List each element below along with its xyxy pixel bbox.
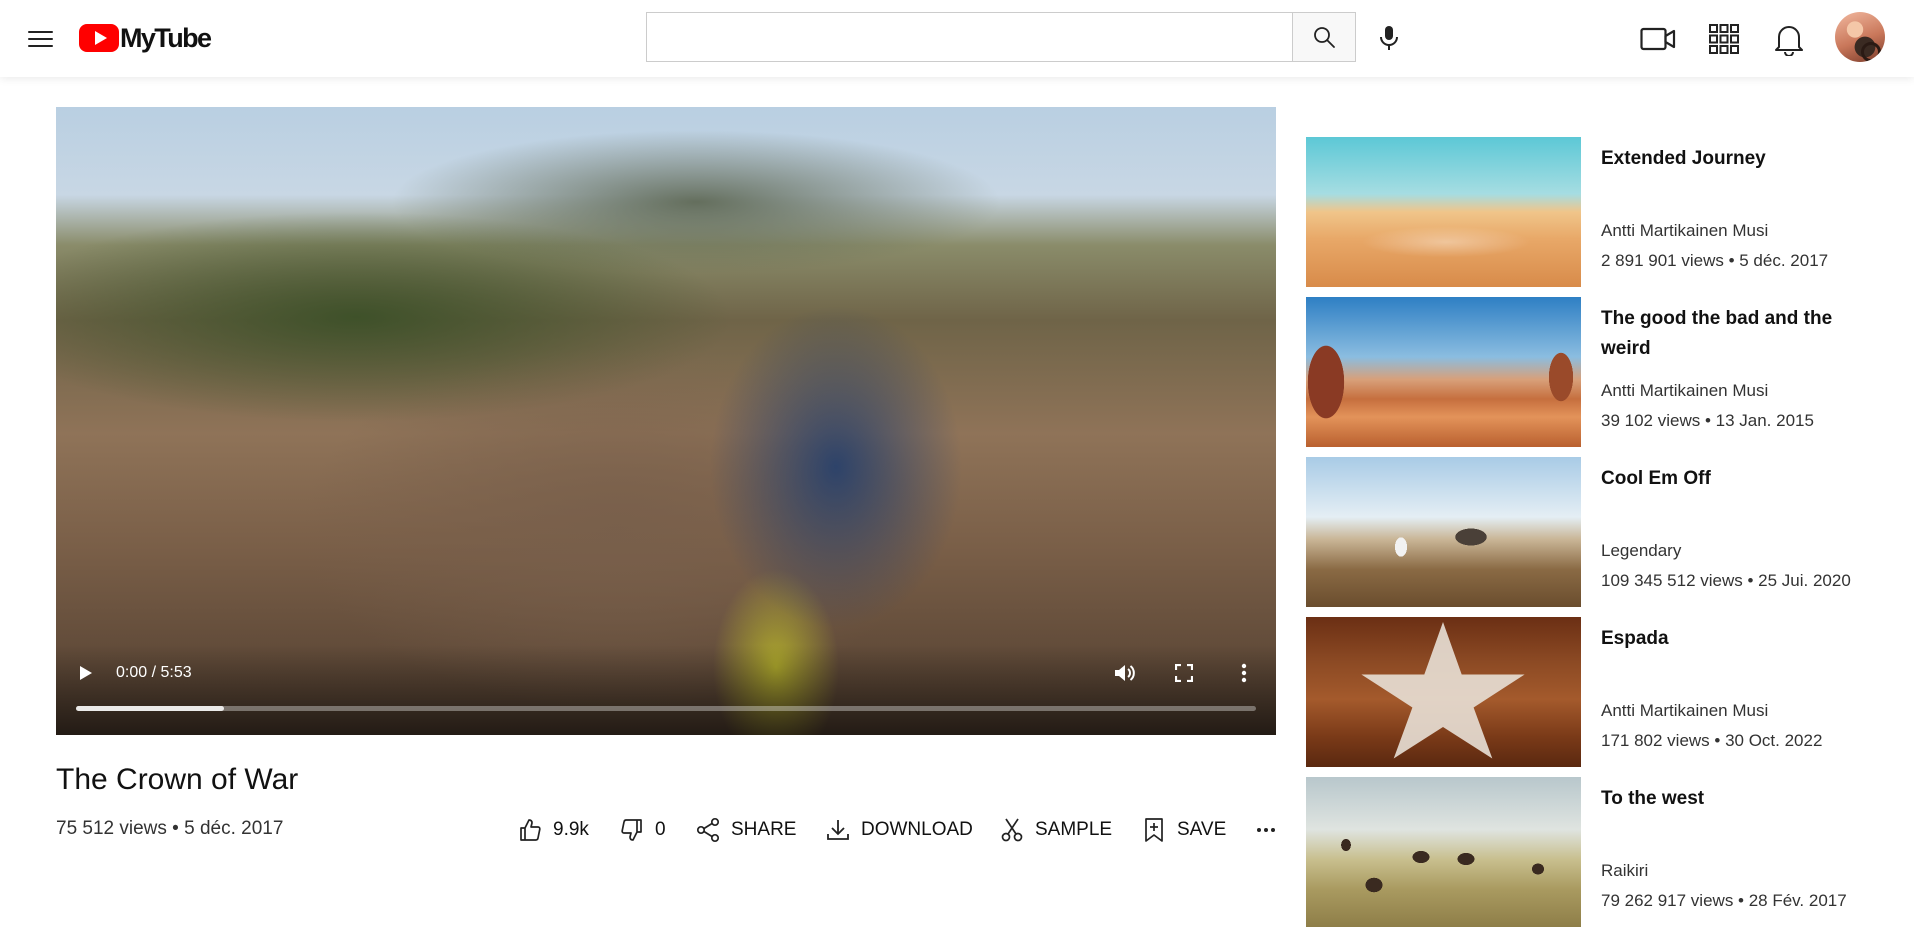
share-label: SHARE <box>731 819 797 840</box>
menu-icon[interactable] <box>28 26 58 52</box>
video-meta: 75 512 views • 5 déc. 2017 <box>56 818 284 839</box>
time-display: 0:00 / 5:53 <box>116 664 192 681</box>
fullscreen-button[interactable] <box>1171 661 1197 685</box>
share-icon <box>694 816 722 844</box>
more-vertical-icon <box>1241 663 1247 683</box>
video-camera-icon <box>1640 27 1676 51</box>
recommendation-item[interactable]: Cool Em Off Legendary 109 345 512 views … <box>1306 457 1866 607</box>
volume-icon <box>1115 665 1135 681</box>
recommendation-item[interactable]: The good the bad and the weird Antti Mar… <box>1306 297 1866 447</box>
fullscreen-icon <box>1175 664 1193 682</box>
recommendation-thumbnail[interactable] <box>1306 617 1581 767</box>
search-icon <box>1314 27 1335 48</box>
dislike-button[interactable]: 0 <box>618 815 666 845</box>
apps-grid-icon <box>1709 24 1739 54</box>
mic-icon <box>1380 26 1398 50</box>
recommendation-stats: 2 891 901 views • 5 déc. 2017 <box>1601 251 1829 270</box>
avatar[interactable] <box>1835 12 1885 62</box>
more-actions-button[interactable] <box>1252 816 1280 844</box>
recommendation-title[interactable]: Cool Em Off <box>1601 464 1861 494</box>
recommendation-item[interactable]: Espada Antti Martikainen Musi 171 802 vi… <box>1306 617 1866 767</box>
search-button[interactable] <box>1292 12 1356 62</box>
recommendation-channel[interactable]: Antti Martikainen Musi <box>1601 381 1768 401</box>
save-button[interactable]: SAVE <box>1140 815 1226 845</box>
save-playlist-icon <box>1140 816 1168 844</box>
create-video-button[interactable] <box>1638 19 1678 59</box>
recommendation-thumbnail[interactable] <box>1306 297 1581 447</box>
download-label: DOWNLOAD <box>861 819 973 840</box>
buffered-progress <box>76 706 224 711</box>
recommendation-stats: 109 345 512 views • 25 Jui. 2020 <box>1601 571 1851 590</box>
volume-button[interactable] <box>1112 661 1138 685</box>
recommendation-thumbnail[interactable] <box>1306 457 1581 607</box>
star-graphic <box>1361 622 1525 759</box>
apps-button[interactable] <box>1704 19 1744 59</box>
video-player[interactable]: 0:00 / 5:53 <box>56 107 1276 735</box>
brand-logo[interactable]: MyTube <box>79 21 212 55</box>
recommendation-title[interactable]: The good the bad and the weird <box>1601 304 1861 364</box>
recommendation-stats: 171 802 views • 30 Oct. 2022 <box>1601 731 1823 750</box>
more-horizontal-icon <box>1257 828 1275 832</box>
download-icon <box>824 816 852 844</box>
recommendation-channel[interactable]: Legendary <box>1601 541 1681 561</box>
recommendation-item[interactable]: Extended Journey Antti Martikainen Musi … <box>1306 137 1866 287</box>
share-button[interactable]: SHARE <box>694 815 796 845</box>
search-field <box>646 12 1293 62</box>
recommendation-thumbnail[interactable] <box>1306 137 1581 287</box>
recommendation-title[interactable]: Extended Journey <box>1601 144 1861 174</box>
recommendation-item[interactable]: To the west Raikiri 79 262 917 views • 2… <box>1306 777 1866 927</box>
top-header: MyTube <box>0 0 1914 77</box>
search-input[interactable] <box>647 13 1293 61</box>
download-button[interactable]: DOWNLOAD <box>824 815 973 845</box>
recommendation-channel[interactable]: Raikiri <box>1601 861 1648 881</box>
like-button[interactable]: 9.9k <box>516 815 589 845</box>
recommendation-title[interactable]: To the west <box>1601 784 1861 814</box>
recommendation-channel[interactable]: Antti Martikainen Musi <box>1601 221 1768 241</box>
recommendation-stats: 79 262 917 views • 28 Fév. 2017 <box>1601 891 1847 910</box>
dislike-count: 0 <box>655 819 666 840</box>
voice-search-button[interactable] <box>1374 22 1404 54</box>
recommendation-title[interactable]: Espada <box>1601 624 1861 654</box>
sample-button[interactable]: SAMPLE <box>998 815 1112 845</box>
recommendation-channel[interactable]: Antti Martikainen Musi <box>1601 701 1768 721</box>
notifications-button[interactable] <box>1769 19 1809 59</box>
video-title: The Crown of War <box>56 763 299 796</box>
bell-icon <box>1775 26 1803 56</box>
scissors-icon <box>998 816 1026 844</box>
progress-bar[interactable] <box>76 706 1256 711</box>
like-count: 9.9k <box>553 819 589 840</box>
recommendation-stats: 39 102 views • 13 Jan. 2015 <box>1601 411 1814 430</box>
recommendation-thumbnail[interactable] <box>1306 777 1581 927</box>
thumbs-up-icon <box>516 816 544 844</box>
play-logo-icon <box>79 24 119 52</box>
player-controls-backdrop <box>56 645 1276 735</box>
player-options-button[interactable] <box>1231 661 1257 685</box>
thumbs-down-icon <box>618 816 646 844</box>
play-button[interactable] <box>76 663 96 683</box>
brand-name: MyTube <box>120 22 212 53</box>
save-label: SAVE <box>1177 819 1227 840</box>
sample-label: SAMPLE <box>1035 819 1113 840</box>
